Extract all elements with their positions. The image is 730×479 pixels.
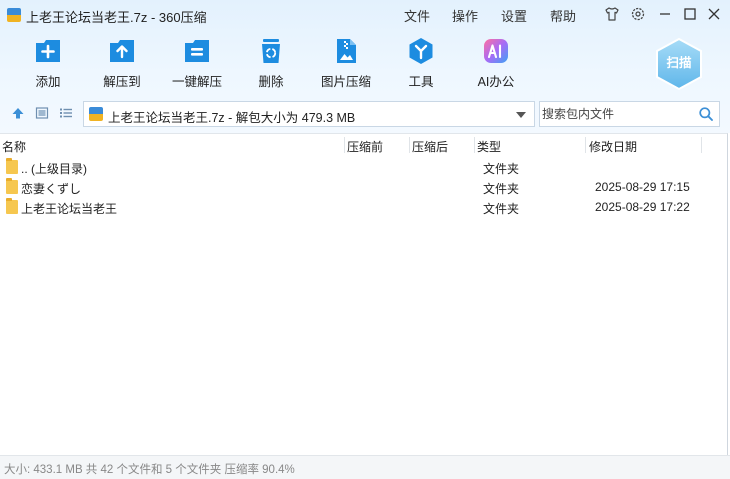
skin-shirt-icon[interactable] <box>604 6 620 22</box>
one-click-extract-icon <box>182 36 212 66</box>
column-divider[interactable] <box>701 137 702 153</box>
menu-help[interactable]: 帮助 <box>550 6 576 25</box>
row-modified: 2025-08-29 17:22 <box>595 200 690 214</box>
delete-icon <box>256 36 286 66</box>
row-name: 上老王论坛当老王 <box>21 202 118 216</box>
add-button[interactable]: 添加 <box>13 36 83 90</box>
add-icon <box>33 36 63 66</box>
archive-icon <box>89 107 103 121</box>
image-compress-button[interactable]: 图片压缩 <box>311 36 381 90</box>
folder-icon <box>6 198 18 214</box>
tools-icon <box>406 36 436 66</box>
maximize-icon[interactable] <box>682 6 698 22</box>
column-header-name[interactable]: 名称 <box>2 138 26 155</box>
row-type: 文件夹 <box>483 162 520 176</box>
tools-label: 工具 <box>408 75 434 89</box>
row-type: 文件夹 <box>483 202 520 216</box>
menu-file[interactable]: 文件 <box>404 6 430 25</box>
path-text: 上老王论坛当老王.7z - 解包大小为 479.3 MB <box>108 111 356 125</box>
extract-to-button[interactable]: 解压到 <box>87 36 157 90</box>
path-bar[interactable]: 上老王论坛当老王.7z - 解包大小为 479.3 MB <box>83 101 535 127</box>
scan-label: 扫描 <box>666 55 692 70</box>
column-header-before[interactable]: 压缩前 <box>347 138 383 155</box>
column-divider[interactable] <box>344 137 345 153</box>
table-row[interactable]: 上老王论坛当老王 文件夹 2025-08-29 17:22 <box>0 197 728 217</box>
menu-settings[interactable]: 设置 <box>501 6 527 25</box>
image-compress-icon <box>331 36 361 66</box>
column-header-type[interactable]: 类型 <box>477 138 501 155</box>
tools-button[interactable]: 工具 <box>386 36 456 90</box>
status-text: 大小: 433.1 MB 共 42 个文件和 5 个文件夹 压缩率 90.4% <box>4 464 295 476</box>
file-list: 名称 压缩前 压缩后 类型 修改日期 .. (上级目录) 文件夹 恋妻くずし 文… <box>0 133 728 455</box>
list-view-icon[interactable] <box>59 106 73 120</box>
close-icon[interactable] <box>706 6 722 22</box>
settings-gear-icon[interactable] <box>630 6 646 22</box>
delete-label: 删除 <box>258 75 284 89</box>
column-divider[interactable] <box>474 137 475 153</box>
search-icon[interactable] <box>698 106 714 122</box>
search-input[interactable] <box>540 102 695 126</box>
row-name: .. (上级目录) <box>21 162 87 176</box>
column-header-after[interactable]: 压缩后 <box>412 138 448 155</box>
thumbnail-view-icon[interactable] <box>35 106 49 120</box>
one-click-extract-button[interactable]: 一键解压 <box>162 36 232 90</box>
table-row[interactable]: .. (上级目录) 文件夹 <box>0 157 728 177</box>
menu-operation[interactable]: 操作 <box>452 6 478 25</box>
chevron-down-icon[interactable] <box>516 112 526 118</box>
search-box <box>539 101 720 127</box>
folder-icon <box>6 178 18 194</box>
row-modified: 2025-08-29 17:15 <box>595 180 690 194</box>
app-icon <box>7 8 21 22</box>
ai-office-icon <box>481 36 511 66</box>
title-bar: 上老王论坛当老王.7z - 360压缩 文件 操作 设置 帮助 <box>0 0 730 30</box>
column-divider[interactable] <box>585 137 586 153</box>
table-row[interactable]: 恋妻くずし 文件夹 2025-08-29 17:15 <box>0 177 728 197</box>
scan-button[interactable]: 扫描 <box>653 36 705 92</box>
folder-icon <box>6 158 18 174</box>
ai-office-label: AI办公 <box>477 75 515 89</box>
add-label: 添加 <box>35 75 61 89</box>
status-bar: 大小: 433.1 MB 共 42 个文件和 5 个文件夹 压缩率 90.4% <box>0 455 730 479</box>
minimize-icon[interactable] <box>657 6 673 22</box>
row-name: 恋妻くずし <box>21 182 82 196</box>
window-title: 上老王论坛当老王.7z - 360压缩 <box>26 10 207 25</box>
column-header-modified[interactable]: 修改日期 <box>589 138 637 155</box>
one-click-extract-label: 一键解压 <box>171 75 222 89</box>
image-compress-label: 图片压缩 <box>320 75 371 89</box>
up-arrow-icon[interactable] <box>11 106 25 120</box>
delete-button[interactable]: 删除 <box>236 36 306 90</box>
row-type: 文件夹 <box>483 182 520 196</box>
extract-to-label: 解压到 <box>103 75 141 89</box>
address-row: 上老王论坛当老王.7z - 解包大小为 479.3 MB <box>0 100 730 128</box>
ai-office-button[interactable]: AI办公 <box>461 36 531 90</box>
extract-to-icon <box>107 36 137 66</box>
column-divider[interactable] <box>409 137 410 153</box>
